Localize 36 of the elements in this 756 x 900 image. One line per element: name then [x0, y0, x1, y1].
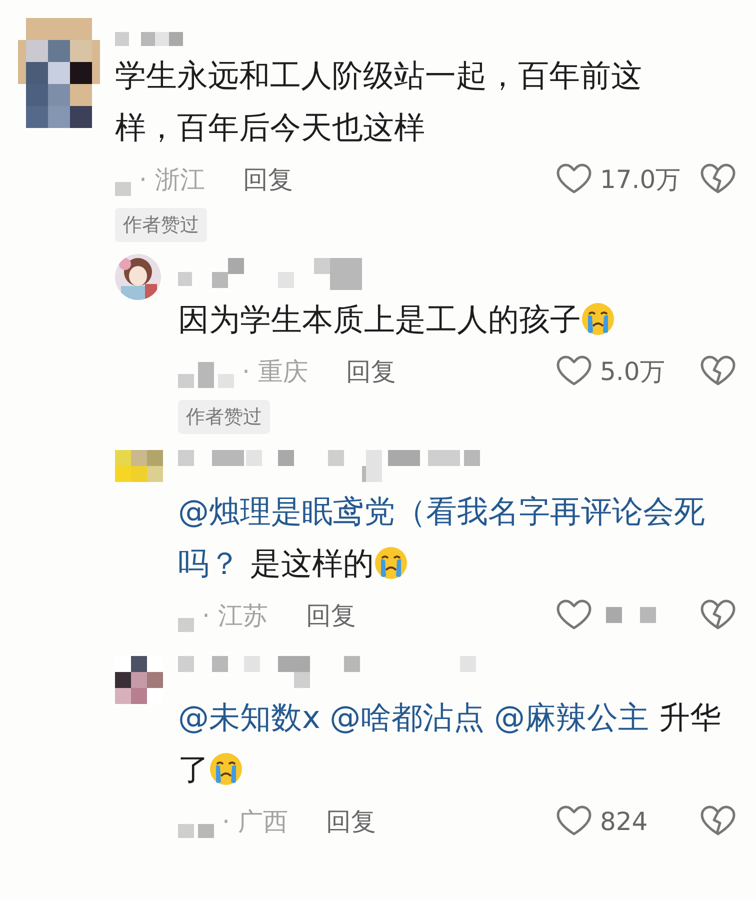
blurred-date-drawing: [178, 362, 234, 388]
heart-icon[interactable]: [556, 355, 592, 387]
author-liked-tag: 作者赞过: [115, 208, 207, 242]
blurred-date-drawing: [115, 182, 131, 196]
blurred-date-drawing: [178, 618, 194, 632]
blurred-count-drawing: [606, 607, 658, 623]
location-label: · 浙江: [139, 164, 205, 196]
author-liked-tag: 作者赞过: [178, 400, 270, 434]
reply-link[interactable]: 回复: [326, 804, 376, 838]
heart-icon[interactable]: [556, 599, 592, 631]
location-label: · 江苏: [202, 600, 268, 632]
comment-text: @烛理是眠鸢党（看我名字再评论会死吗？ 是这样的: [178, 493, 706, 584]
crying-face-icon: [374, 546, 408, 580]
broken-heart-icon[interactable]: [700, 805, 736, 837]
blurred-name-drawing: [115, 32, 183, 46]
broken-heart-icon[interactable]: [700, 355, 736, 387]
like-count: 824: [600, 806, 649, 836]
location-label: · 重庆: [242, 356, 308, 388]
reply-link[interactable]: 回复: [306, 598, 356, 632]
comment-text: 因为学生本质上是工人的孩子: [178, 294, 736, 346]
crying-face-icon: [581, 302, 615, 336]
broken-heart-icon[interactable]: [700, 163, 736, 195]
reply-link[interactable]: 回复: [242, 162, 293, 196]
like-count: 5.0万: [600, 356, 666, 388]
broken-heart-icon[interactable]: [700, 599, 736, 631]
crying-face-icon: [209, 752, 243, 786]
blurred-avatar-drawing: [115, 450, 163, 482]
blurred-avatar-drawing: [115, 656, 163, 704]
blurred-date-drawing: [178, 824, 214, 838]
heart-icon[interactable]: [556, 805, 592, 837]
reply-link[interactable]: 回复: [346, 354, 396, 388]
comment-text: 学生永远和工人阶级站一起，百年前这样，百年后今天也这样: [115, 57, 643, 148]
heart-icon[interactable]: [556, 163, 592, 195]
like-count: 17.0万: [600, 164, 682, 196]
location-label: · 广西: [222, 806, 288, 838]
comment-text: @未知数x @啥都沾点 @麻辣公主 升华了: [178, 699, 722, 790]
